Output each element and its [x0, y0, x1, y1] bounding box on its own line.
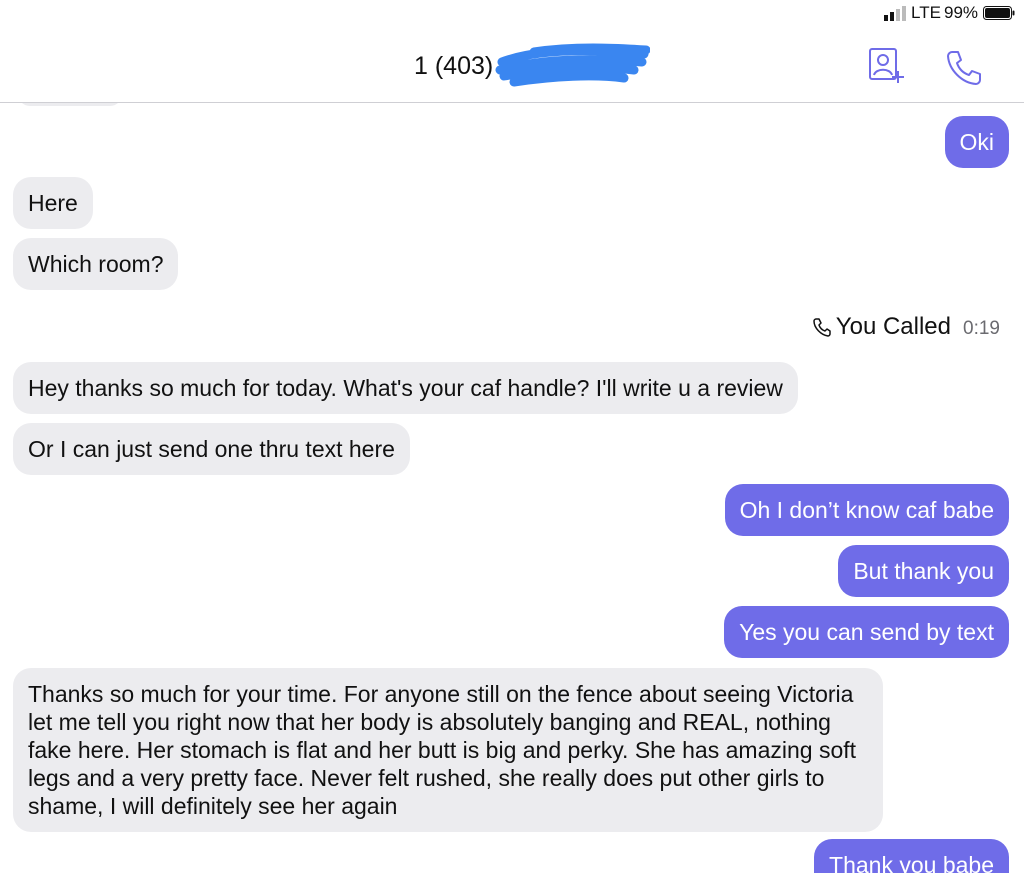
network-type: LTE: [911, 3, 941, 22]
message-incoming[interactable]: Hey thanks so much for today. What's you…: [13, 362, 798, 414]
message-incoming[interactable]: Thanks so much for your time. For anyone…: [13, 668, 883, 832]
message-incoming[interactable]: Here: [13, 177, 93, 229]
message-incoming[interactable]: Which room?: [13, 238, 179, 290]
message-thread[interactable]: Oki Here Which room? You Called 0:19 Hey…: [0, 103, 1024, 873]
call-log-entry[interactable]: You Called 0:19: [812, 313, 1000, 341]
message-incoming[interactable]: Or I can just send one thru text here: [13, 423, 410, 475]
call-log-label: You Called: [835, 313, 952, 340]
phone-call-icon[interactable]: [942, 46, 984, 88]
partial-message-bubble: [18, 103, 122, 106]
redaction-scribble: [495, 43, 650, 87]
battery-icon: [983, 6, 1015, 20]
status-bar: LTE 99%: [0, 0, 1024, 26]
message-outgoing[interactable]: Oh I don’t know caf babe: [724, 484, 1009, 536]
message-outgoing[interactable]: Yes you can send by text: [724, 606, 1009, 658]
message-outgoing[interactable]: But thank you: [838, 545, 1009, 597]
add-contact-icon[interactable]: [866, 46, 908, 86]
conversation-header: 1 (403) 6: [0, 26, 1024, 103]
call-duration: 0:19: [963, 318, 1000, 339]
battery-percent: 99%: [944, 3, 979, 22]
phone-icon: [813, 318, 831, 337]
message-outgoing[interactable]: Thank you babe: [814, 839, 1009, 873]
message-outgoing[interactable]: Oki: [944, 116, 1009, 168]
signal-icon: [884, 6, 906, 21]
